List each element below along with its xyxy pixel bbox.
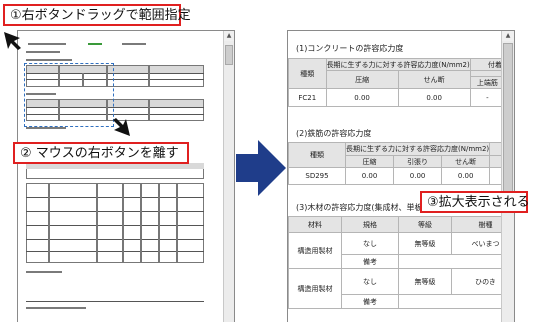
- row1-grade: 無等級: [398, 232, 452, 255]
- right-scrollbar[interactable]: ▲: [501, 31, 514, 322]
- doc-subheading-bar: [26, 271, 62, 273]
- col-compress: 圧縮: [344, 155, 395, 168]
- section1-table: 種類 長期に生ずる力に対する許容応力度(N/mm2) 付着 圧縮 せん断 上端筋…: [288, 58, 514, 107]
- row2-note: 備考: [341, 294, 399, 309]
- scroll-up-arrow-icon[interactable]: ▲: [502, 31, 514, 41]
- callout-step1: ①右ボタンドラッグで範囲指定: [3, 4, 191, 26]
- row1-note: 備考: [341, 254, 399, 269]
- callout-step3: ③拡大表示される: [420, 191, 530, 213]
- row-compress: 0.00: [344, 167, 395, 185]
- doc-footer-line: [26, 301, 204, 302]
- cursor-arrow-icon: [4, 32, 21, 50]
- group-header: 長期に生ずる力に対する許容応力度(N/mm2): [325, 58, 471, 71]
- row-shear: 0.00: [397, 88, 471, 107]
- left-scrollbar[interactable]: ▲: [223, 31, 234, 322]
- section3-table: 材料 規格 等級 樹種 構造用製材 なし 無等級 べいまつ 備考 構造用製材 な…: [288, 216, 514, 309]
- section2-title: (2)鉄筋の許容応力度: [296, 129, 372, 138]
- row-compress: 0.00: [325, 88, 399, 107]
- doc-subheading-bar: [26, 59, 72, 61]
- doc-table-col: [176, 183, 178, 263]
- row-name: FC21: [288, 88, 327, 107]
- col-shear: せん断: [397, 70, 471, 89]
- row-tension: 0.00: [393, 167, 443, 185]
- header-spec: 規格: [341, 216, 399, 233]
- doc-table-col: [48, 183, 50, 263]
- doc-footer-bar: [26, 307, 86, 309]
- row2-material: 構造用製材: [288, 268, 342, 309]
- row2-note-value: [398, 294, 514, 309]
- row1-note-value: [398, 254, 514, 269]
- row2-grade: 無等級: [398, 268, 452, 295]
- row1-material: 構造用製材: [288, 232, 342, 269]
- doc-table-col: [148, 65, 150, 87]
- row-upper: -: [469, 88, 506, 107]
- zoomed-document: (1)コンクリートの許容応力度 種類 長期に生ずる力に対する許容応力度(N/mm…: [287, 30, 515, 322]
- scroll-up-arrow-icon[interactable]: ▲: [224, 31, 234, 41]
- row-name: SD295: [288, 167, 346, 185]
- section3-title: (3)木材の許容応力度(集成材、単板: [296, 203, 423, 212]
- sub-upper: 上端筋: [469, 76, 506, 89]
- header-grade: 等級: [398, 216, 452, 233]
- col-shear: せん断: [441, 155, 491, 168]
- group-header: 長期に生ずる力に対する許容応力度(N/mm2): [344, 142, 491, 156]
- section1-title: (1)コンクリートの許容応力度: [296, 44, 404, 53]
- row-shear: 0.00: [441, 167, 491, 185]
- doc-table-col: [96, 183, 98, 263]
- section2-table: 種類 長期に生ずる力に対する許容応力度(N/mm2) 短 圧縮 引張り せん断 …: [288, 142, 514, 185]
- cursor-arrow-icon: [113, 118, 130, 136]
- col-tension: 引張り: [393, 155, 443, 168]
- col-compress: 圧縮: [325, 70, 399, 89]
- doc-heading-bar: [28, 43, 66, 45]
- right-arrow-icon: [236, 140, 286, 196]
- doc-heading-bar: [122, 43, 146, 45]
- doc-table-col: [140, 183, 142, 263]
- kind-header: 種類: [288, 58, 327, 89]
- kind-header: 種類: [288, 142, 346, 168]
- doc-subheading-bar: [26, 127, 66, 129]
- row1-spec: なし: [341, 232, 399, 255]
- doc-table-col: [158, 183, 160, 263]
- row2-spec: なし: [341, 268, 399, 295]
- callout-step2: ② マウスの右ボタンを離す: [13, 142, 189, 164]
- header-material: 材料: [288, 216, 342, 233]
- document-overview: ▲: [17, 30, 235, 322]
- doc-table-col: [122, 183, 124, 263]
- selection-rectangle[interactable]: [24, 63, 114, 127]
- right-scrollbar-thumb[interactable]: [503, 43, 513, 193]
- left-scrollbar-thumb[interactable]: [225, 45, 233, 65]
- doc-heading-bar-green: [88, 43, 102, 45]
- doc-subheading-bar: [26, 51, 60, 53]
- doc-table-col: [148, 99, 150, 121]
